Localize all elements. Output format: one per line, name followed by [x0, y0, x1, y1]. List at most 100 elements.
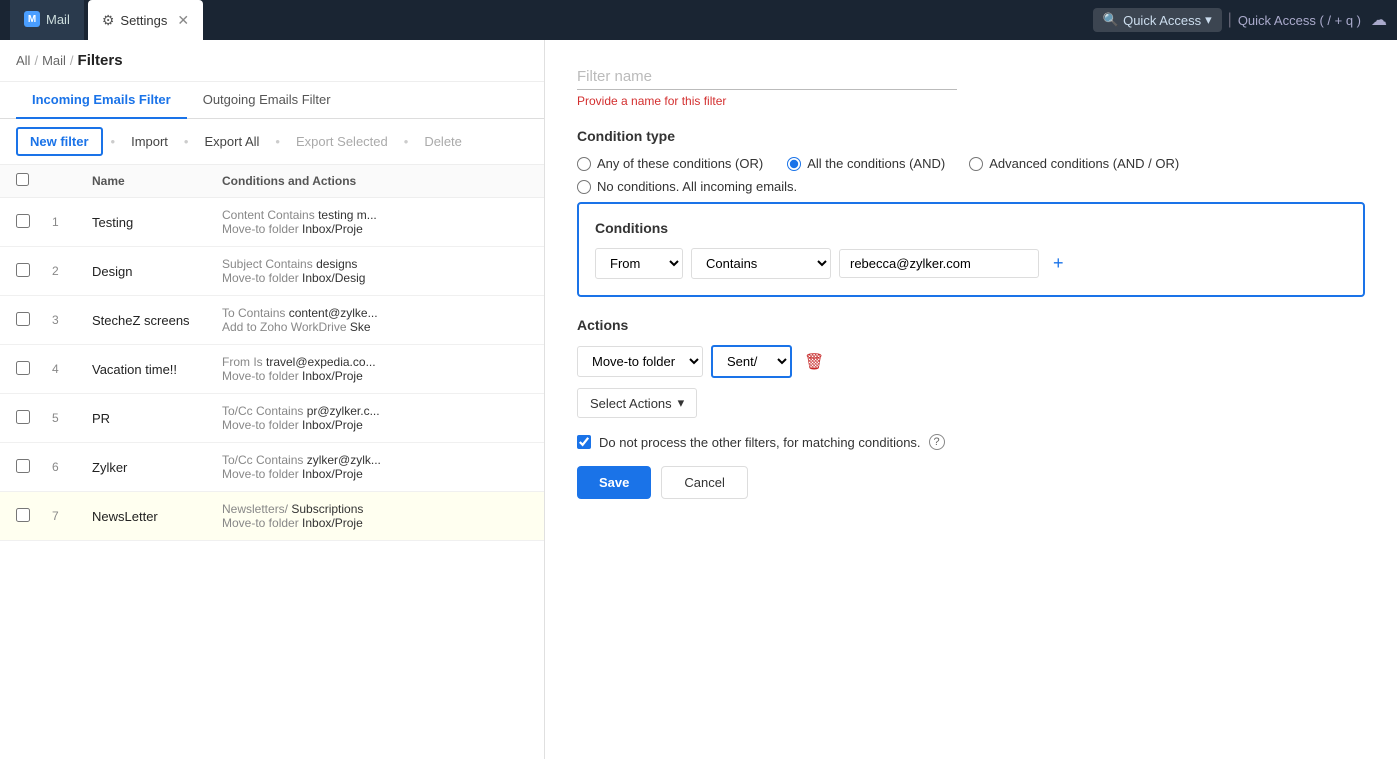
- row-number: 1: [52, 215, 92, 229]
- breadcrumb-mail[interactable]: Mail: [42, 53, 66, 68]
- radio-advanced[interactable]: Advanced conditions (AND / OR): [969, 156, 1179, 171]
- row-cond-line-2: Add to Zoho WorkDrive Ske: [222, 320, 528, 334]
- list-item[interactable]: 4 Vacation time!! From Is travel@expedia…: [0, 345, 544, 394]
- actions-section: Actions Move-to folder Add label Mark as…: [577, 317, 1365, 418]
- cond-value: content@zylke...: [289, 306, 378, 320]
- condition-operator-select[interactable]: Contains Is Does not contain: [691, 248, 831, 279]
- form-buttons: Save Cancel: [577, 466, 1365, 499]
- new-filter-button[interactable]: New filter: [16, 127, 103, 156]
- row-check: [16, 263, 52, 280]
- row-check: [16, 410, 52, 427]
- search-icon: 🔍: [1103, 12, 1119, 28]
- row-checkbox[interactable]: [16, 214, 30, 228]
- tab-outgoing[interactable]: Outgoing Emails Filter: [187, 82, 347, 119]
- radio-all[interactable]: All the conditions (AND): [787, 156, 945, 171]
- actions-title: Actions: [577, 317, 1365, 333]
- action-label: Add to Zoho WorkDrive: [222, 320, 350, 334]
- add-condition-button[interactable]: +: [1047, 251, 1070, 276]
- cond-value: pr@zylker.c...: [307, 404, 380, 418]
- row-name: Zylker: [92, 460, 222, 475]
- list-item[interactable]: 3 StecheZ screens To Contains content@zy…: [0, 296, 544, 345]
- list-item[interactable]: 7 NewsLetter Newsletters/ Subscriptions …: [0, 492, 544, 541]
- filter-name-input[interactable]: [577, 64, 957, 90]
- radio-all-input[interactable]: [787, 157, 801, 171]
- row-cond-line-1: From Is travel@expedia.co...: [222, 355, 528, 369]
- list-item[interactable]: 2 Design Subject Contains designs Move-t…: [0, 247, 544, 296]
- export-all-button[interactable]: Export All: [196, 129, 267, 154]
- cond-value: testing m...: [318, 208, 377, 222]
- cloud-icon[interactable]: ☁: [1371, 10, 1387, 30]
- cancel-button[interactable]: Cancel: [661, 466, 747, 499]
- list-item[interactable]: 6 Zylker To/Cc Contains zylker@zylk... M…: [0, 443, 544, 492]
- row-name: Vacation time!!: [92, 362, 222, 377]
- conditions-title: Conditions: [595, 220, 1347, 236]
- breadcrumb: All / Mail / Filters: [0, 40, 544, 82]
- row-number: 5: [52, 411, 92, 425]
- filter-name-error: Provide a name for this filter: [577, 94, 1365, 108]
- breadcrumb-all[interactable]: All: [16, 53, 30, 68]
- mail-icon: M: [24, 11, 40, 27]
- cond-value: Subscriptions: [291, 502, 363, 516]
- radio-no-conditions-input[interactable]: [577, 180, 591, 194]
- action-type-select[interactable]: Move-to folder Add label Mark as read Fo…: [577, 346, 703, 377]
- row-conditions: Newsletters/ Subscriptions Move-to folde…: [222, 502, 528, 530]
- list-item[interactable]: 5 PR To/Cc Contains pr@zylker.c... Move-…: [0, 394, 544, 443]
- do-not-process-row: Do not process the other filters, for ma…: [577, 434, 1365, 450]
- close-icon[interactable]: ✕: [177, 12, 189, 29]
- row-cond-line-1: To Contains content@zylke...: [222, 306, 528, 320]
- row-number: 7: [52, 509, 92, 523]
- row-cond-line-2: Move-to folder Inbox/Proje: [222, 516, 528, 530]
- save-button[interactable]: Save: [577, 466, 651, 499]
- conditions-box: Conditions From To Subject Content Conta…: [577, 202, 1365, 297]
- row-name: NewsLetter: [92, 509, 222, 524]
- row-check: [16, 508, 52, 525]
- header-name: Name: [92, 174, 222, 188]
- row-cond-line-2: Move-to folder Inbox/Proje: [222, 369, 528, 383]
- row-conditions: To/Cc Contains pr@zylker.c... Move-to fo…: [222, 404, 528, 432]
- list-item[interactable]: 1 Testing Content Contains testing m... …: [0, 198, 544, 247]
- topbar: M Mail ⚙ Settings ✕ 🔍 Quick Access ▾ | Q…: [0, 0, 1397, 40]
- radio-no-conditions[interactable]: No conditions. All incoming emails.: [577, 179, 797, 194]
- delete-action-button[interactable]: 🗑: [800, 348, 828, 376]
- help-icon[interactable]: ?: [929, 434, 945, 450]
- radio-all-label: All the conditions (AND): [807, 156, 945, 171]
- row-checkbox[interactable]: [16, 361, 30, 375]
- quick-access-dropdown[interactable]: 🔍 Quick Access ▾: [1093, 8, 1222, 32]
- do-not-process-checkbox[interactable]: [577, 435, 591, 449]
- select-actions-label: Select Actions: [590, 396, 672, 411]
- row-checkbox[interactable]: [16, 508, 30, 522]
- select-actions-button[interactable]: Select Actions ▾: [577, 388, 697, 418]
- row-name: Design: [92, 264, 222, 279]
- filter-list: 1 Testing Content Contains testing m... …: [0, 198, 544, 759]
- row-conditions: Content Contains testing m... Move-to fo…: [222, 208, 528, 236]
- import-button[interactable]: Import: [123, 129, 176, 154]
- cond-label: To/Cc Contains: [222, 404, 307, 418]
- cond-label: Content Contains: [222, 208, 318, 222]
- radio-any-input[interactable]: [577, 157, 591, 171]
- delete-button[interactable]: Delete: [416, 129, 470, 154]
- condition-field-select[interactable]: From To Subject Content: [595, 248, 683, 279]
- row-checkbox[interactable]: [16, 410, 30, 424]
- action-label: Move-to folder: [222, 369, 302, 383]
- row-check: [16, 214, 52, 231]
- row-checkbox[interactable]: [16, 459, 30, 473]
- row-cond-line-1: Content Contains testing m...: [222, 208, 528, 222]
- radio-any[interactable]: Any of these conditions (OR): [577, 156, 763, 171]
- mail-tab[interactable]: M Mail: [10, 0, 84, 40]
- row-check: [16, 312, 52, 329]
- quick-access-shortcut[interactable]: Quick Access ( / + q ): [1238, 13, 1361, 28]
- toolbar-sep-4: •: [404, 134, 409, 149]
- row-checkbox[interactable]: [16, 312, 30, 326]
- condition-value-input[interactable]: [839, 249, 1039, 278]
- action-label: Move-to folder: [222, 418, 302, 432]
- settings-tab[interactable]: ⚙ Settings ✕: [88, 0, 203, 40]
- cond-label: To Contains: [222, 306, 289, 320]
- export-selected-button[interactable]: Export Selected: [288, 129, 396, 154]
- row-cond-line-1: Newsletters/ Subscriptions: [222, 502, 528, 516]
- action-folder-select[interactable]: Sent/ Inbox/ Trash/: [711, 345, 792, 378]
- settings-tab-label: Settings: [120, 13, 167, 28]
- radio-advanced-input[interactable]: [969, 157, 983, 171]
- row-checkbox[interactable]: [16, 263, 30, 277]
- tab-incoming[interactable]: Incoming Emails Filter: [16, 82, 187, 119]
- select-all-checkbox[interactable]: [16, 173, 29, 186]
